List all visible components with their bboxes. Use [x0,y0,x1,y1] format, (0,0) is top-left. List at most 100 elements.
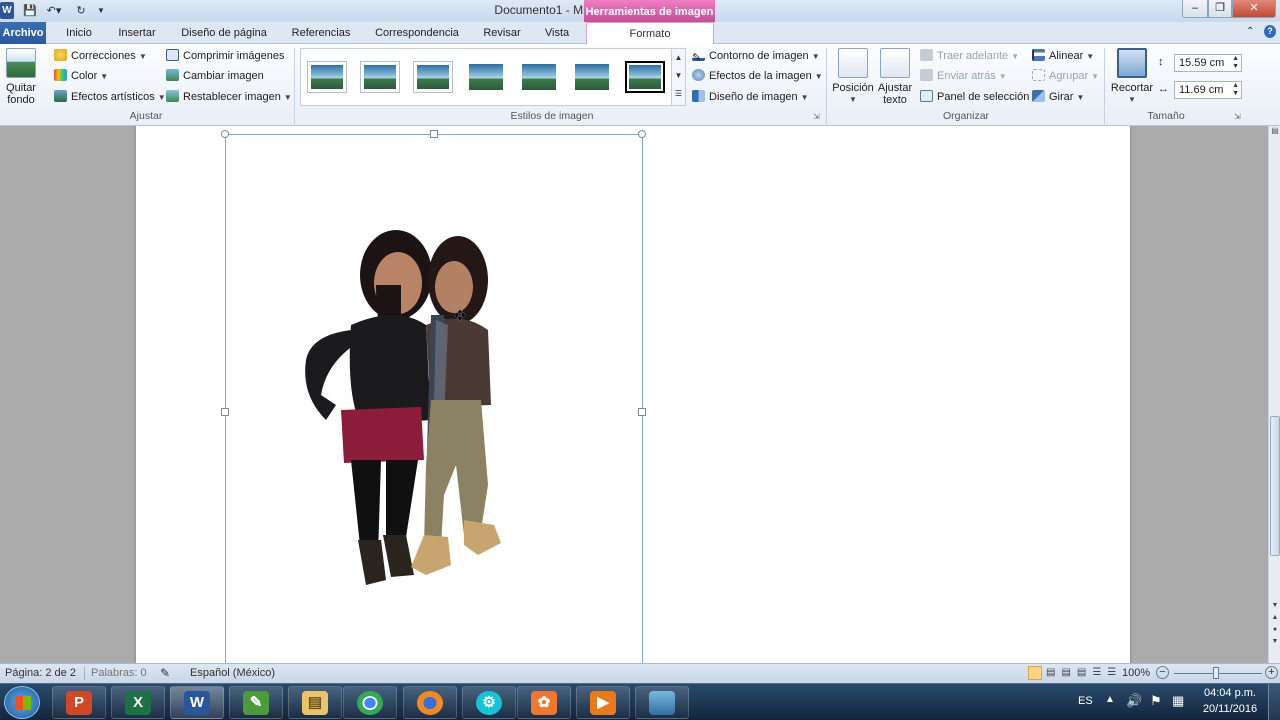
resize-handle[interactable] [221,408,229,416]
panel-seleccion-button[interactable]: Panel de selección [920,88,1029,106]
traer-adelante-button[interactable]: Traer adelante ▼ [920,47,1019,65]
comprimir-label: Comprimir imágenes [183,50,285,62]
resize-handle[interactable] [638,408,646,416]
taskbar-chrome[interactable] [343,686,397,719]
selected-picture[interactable]: ✥ [221,130,646,674]
dialog-launcher-icon[interactable]: ⇲ [1234,112,1241,121]
network-icon[interactable]: ▦ [1172,693,1184,709]
efectos-artisticos-button[interactable]: Efectos artísticos ▼ [54,88,166,106]
scroll-arrows-icon[interactable]: ▼ ▲ ● ▼ [1269,600,1280,648]
posicion-button[interactable]: Posición ▼ [832,48,874,106]
contorno-imagen-button[interactable]: ✎ Contorno de imagen ▼ [692,47,820,65]
ajustar-texto-button[interactable]: Ajustar texto [876,48,914,106]
taskbar-app-orange[interactable]: ✿ [517,686,571,719]
page-count[interactable]: Página: 2 de 2 [5,667,76,679]
tab-revisar[interactable]: Revisar [478,22,526,44]
comprimir-imagenes-button[interactable]: Comprimir imágenes [166,47,284,65]
picture-style-thumb[interactable] [360,61,400,93]
view-buttons-icon[interactable]: ▤▤▤☰☰ [1046,667,1122,678]
zoom-out-button[interactable]: − [1156,666,1169,679]
picture-style-thumb[interactable] [413,61,453,93]
resize-handle[interactable] [638,130,646,138]
restore-button[interactable]: ❐ [1208,0,1232,18]
agrupar-button[interactable]: Agrupar ▼ [1032,67,1099,85]
bring-forward-icon [920,49,933,61]
windows-logo-icon [15,696,31,710]
tab-inicio[interactable]: Inicio [58,22,100,44]
print-layout-icon[interactable] [1028,666,1042,680]
clock-date[interactable]: 20/11/2016 [1198,703,1262,715]
tab-formato[interactable]: Formato [586,22,714,45]
taskbar-excel[interactable]: X [111,686,165,719]
minimize-ribbon-icon[interactable]: ⌃ [1246,26,1254,37]
zoom-in-button[interactable]: + [1265,666,1278,679]
compress-icon [166,49,179,61]
height-spinner[interactable]: 15.59 cm ▲ ▼ [1174,54,1242,72]
correcciones-button[interactable]: Correcciones ▼ [54,47,147,65]
picture-style-thumb[interactable] [307,61,347,93]
restablecer-imagen-button[interactable]: Restablecer imagen ▼ [166,88,292,106]
context-tab-title: Herramientas de imagen [584,0,715,22]
taskbar-explorer[interactable]: ▤ [288,686,342,719]
zoom-level[interactable]: 100% [1122,667,1150,679]
picture-style-thumb[interactable] [572,61,612,93]
taskbar-word[interactable]: W [170,686,224,719]
start-button[interactable] [4,686,40,719]
taskbar-publisher[interactable]: ✎ [229,686,283,719]
language-indicator[interactable]: ES [1078,695,1093,707]
redo-icon[interactable]: ↻ [72,2,90,19]
diseno-imagen-button[interactable]: Diseño de imagen ▼ [692,88,809,106]
resize-handle[interactable] [221,130,229,138]
help-icon[interactable]: ? [1264,25,1276,38]
restablecer-label: Restablecer imagen [183,91,281,103]
align-icon [1032,49,1045,61]
customize-qat-icon[interactable]: ▼ [94,2,108,19]
taskbar-app-cyan[interactable]: ⚙ [462,686,516,719]
tab-diseno-pagina[interactable]: Diseño de página [174,22,274,44]
photo-icon [649,691,675,715]
width-value: 11.69 cm [1179,84,1224,96]
taskbar-powerpoint[interactable]: P [52,686,106,719]
tab-insertar[interactable]: Insertar [112,22,162,44]
alinear-button[interactable]: Alinear ▼ [1032,47,1094,65]
tab-referencias[interactable]: Referencias [286,22,356,44]
taskbar-media-player[interactable]: ▶ [576,686,630,719]
minimize-button[interactable]: – [1182,0,1208,18]
clock-time[interactable]: 04:04 p.m. [1198,687,1262,699]
picture-style-thumb[interactable] [519,61,559,93]
tab-vista[interactable]: Vista [538,22,576,44]
taskbar-photo[interactable] [635,686,689,719]
people-photo [305,230,501,585]
enviar-atras-button[interactable]: Enviar atrás ▼ [920,67,1007,85]
width-spinner[interactable]: 11.69 cm ▲ ▼ [1174,81,1242,99]
tab-archivo[interactable]: Archivo [0,22,46,44]
language[interactable]: Español (México) [190,667,275,679]
cambiar-imagen-button[interactable]: Cambiar imagen [166,67,264,85]
proofing-icon[interactable]: ✎ [160,666,170,680]
resize-handle[interactable] [430,130,438,138]
recortar-button[interactable]: Recortar ▼ [1110,48,1154,106]
gallery-scroll[interactable]: ▲ ▼ ☰ [671,49,685,105]
vertical-scrollbar[interactable]: ▤ ▼ ▲ ● ▼ [1268,126,1280,663]
word-count[interactable]: Palabras: 0 [91,667,147,679]
zoom-slider-thumb[interactable] [1213,667,1219,679]
quitar-fondo-button[interactable]: Quitar fondo [2,48,40,106]
action-center-flag-icon[interactable]: ⚑ [1150,693,1162,709]
show-hidden-icons[interactable]: ▲ [1105,694,1115,705]
tab-correspondencia[interactable]: Correspondencia [368,22,466,44]
ruler-toggle-icon[interactable]: ▤ [1269,126,1280,140]
efectos-imagen-button[interactable]: Efectos de la imagen ▼ [692,67,823,85]
color-button[interactable]: Color ▼ [54,67,108,85]
undo-icon[interactable]: ↶▾ [42,2,66,19]
save-icon[interactable]: 💾 [22,2,38,19]
close-button[interactable]: ✕ [1232,0,1276,18]
volume-icon[interactable]: 🔊 [1126,693,1142,709]
dialog-launcher-icon[interactable]: ⇲ [813,112,820,121]
show-desktop-button[interactable] [1268,684,1280,720]
taskbar-firefox[interactable] [403,686,457,719]
picture-style-thumb-selected[interactable] [625,61,665,93]
girar-button[interactable]: Girar ▼ [1032,88,1084,106]
picture-style-thumb[interactable] [466,61,506,93]
scroll-thumb[interactable] [1270,416,1280,556]
word-logo-icon[interactable]: W [0,2,14,19]
